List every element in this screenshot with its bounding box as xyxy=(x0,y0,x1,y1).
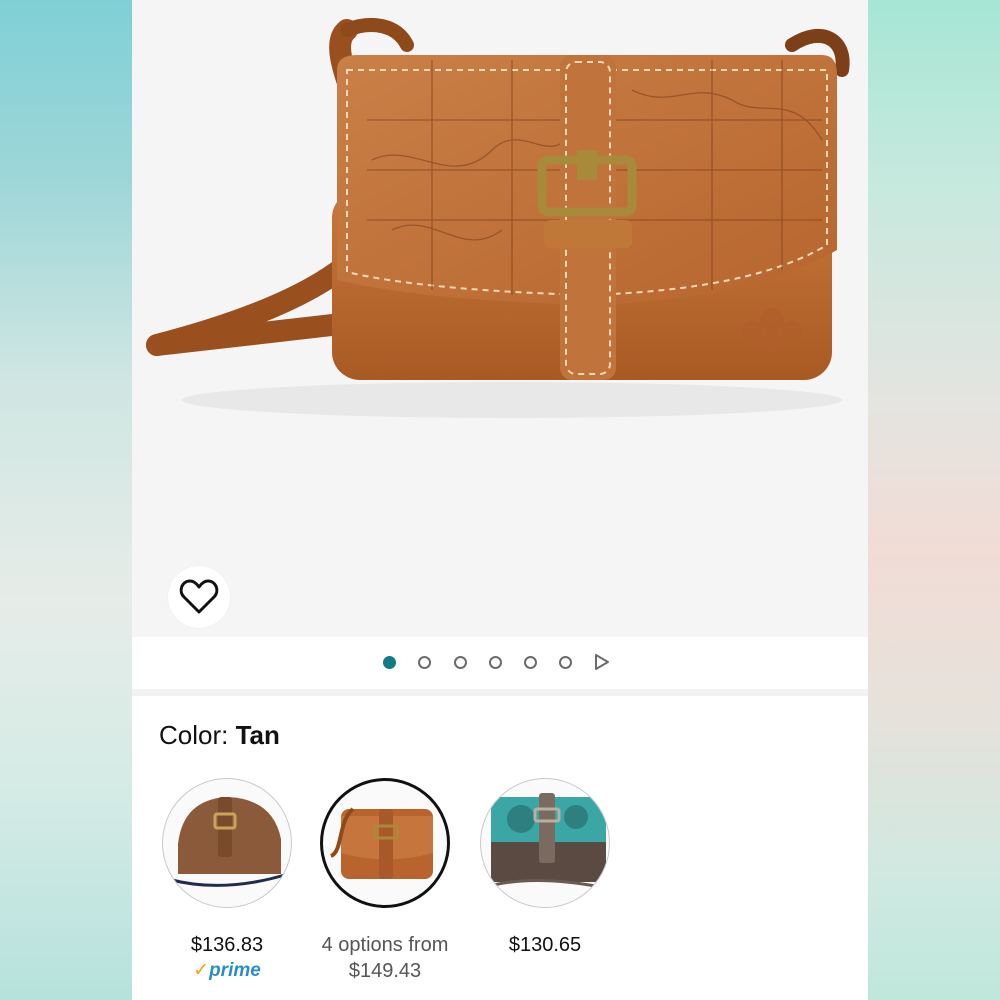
turquoise-bag-thumbnail xyxy=(485,793,606,889)
color-label: Color: xyxy=(159,720,229,750)
pagination-dot-4[interactable] xyxy=(489,656,502,669)
prime-logo: prime xyxy=(209,960,261,981)
background-right xyxy=(868,0,1000,1000)
product-image[interactable] xyxy=(132,0,868,637)
pagination-dot-6[interactable] xyxy=(559,656,572,669)
heart-outline-icon xyxy=(179,579,219,614)
pagination-dot-5[interactable] xyxy=(524,656,537,669)
pagination-dot-1[interactable] xyxy=(383,656,396,669)
tan-bag-thumbnail xyxy=(329,807,433,879)
favorite-button[interactable] xyxy=(168,566,230,628)
background-left xyxy=(0,0,132,1000)
handbag-image xyxy=(146,18,850,418)
pagination-dot-2[interactable] xyxy=(418,656,431,669)
pagination-dot-3[interactable] xyxy=(454,656,467,669)
color-swatch-brown[interactable] xyxy=(162,778,292,908)
section-divider xyxy=(132,689,868,696)
selected-color-name: Tan xyxy=(235,720,280,750)
swatch-price-2-line2: $149.43 xyxy=(348,960,422,982)
color-label-row: Color: Tan xyxy=(159,720,280,751)
brown-bag-thumbnail xyxy=(167,797,289,887)
color-swatch-turquoise[interactable] xyxy=(480,778,610,908)
prime-badge: ✓prime xyxy=(142,960,312,982)
play-triangle-icon[interactable] xyxy=(594,654,610,670)
swatch-price-2: 4 options from $149.43 xyxy=(300,932,470,984)
swatch-price-3: $130.65 xyxy=(508,934,582,956)
prime-check-icon: ✓ xyxy=(193,960,210,981)
color-swatch-tan[interactable] xyxy=(320,778,450,908)
swatch-price-2-line1: 4 options from xyxy=(321,934,449,956)
swatch-price-1: $136.83 xyxy=(190,934,264,956)
product-page: Color: Tan $136.83 ✓prime 4 options from… xyxy=(132,0,868,1000)
